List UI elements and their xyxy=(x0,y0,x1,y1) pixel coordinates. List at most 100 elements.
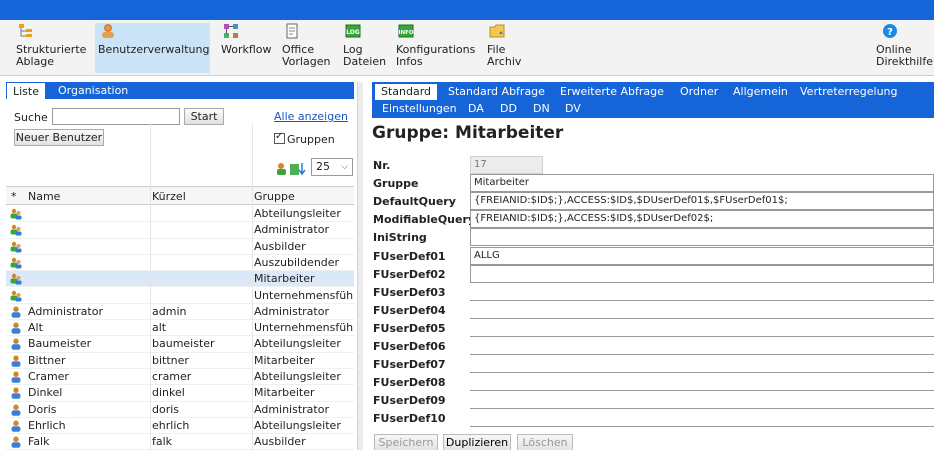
group-icon xyxy=(10,273,22,285)
cell-gruppe: Administrator xyxy=(254,402,329,416)
tab-standard[interactable]: Standard xyxy=(375,84,438,100)
checkbox-checked-icon[interactable] xyxy=(274,131,285,144)
column-header-gruppe[interactable]: Gruppe xyxy=(254,190,295,203)
field-row-fuserdef03: FUserDef03 xyxy=(372,282,934,301)
tab-organisation[interactable]: Organisation xyxy=(52,82,134,99)
left-tab-bar: Liste Organisation xyxy=(6,82,354,99)
field-label: Nr. xyxy=(373,159,391,172)
tab-dv[interactable]: DV xyxy=(565,101,581,117)
user-icon xyxy=(11,306,21,318)
export-icons[interactable] xyxy=(276,161,306,177)
field-input[interactable]: {FREIANID:$ID$;},ACCESS:$ID$,$DUserDef02… xyxy=(470,210,934,229)
toolbar-label: Konfigurations Infos xyxy=(396,43,476,68)
group-row[interactable]: Ausbilder xyxy=(6,239,354,255)
tab-erweiterte-abfrage[interactable]: Erweiterte Abfrage xyxy=(560,84,664,100)
toolbar-office-templates-button[interactable]: Office Vorlagen xyxy=(279,23,333,73)
structure-icon xyxy=(19,24,32,37)
toolbar-user-admin-button[interactable]: Benutzerverwaltung xyxy=(95,23,210,73)
toolbar-file-archive-button[interactable]: File Archiv xyxy=(484,23,524,73)
user-row[interactable]: Cramer cramer Abteilungsleiter xyxy=(6,369,354,386)
user-icon xyxy=(11,371,21,383)
toolbar-workflow-button[interactable]: Workflow xyxy=(218,23,275,73)
user-row[interactable]: Alt alt Unternehmensführ xyxy=(6,320,354,337)
page-size-select[interactable]: 25 ⌵ xyxy=(311,158,353,176)
user-icon xyxy=(11,420,21,432)
group-row[interactable]: Administrator xyxy=(6,222,354,239)
tab-vertreterregelung[interactable]: Vertreterregelung xyxy=(800,84,898,100)
panel-splitter[interactable] xyxy=(357,82,363,450)
field-input[interactable] xyxy=(470,337,934,355)
tab-einstellungen[interactable]: Einstellungen xyxy=(382,101,457,117)
title-bar xyxy=(0,0,934,20)
toolbar-log-files-button[interactable]: LOG Log Dateien xyxy=(340,23,389,73)
field-input[interactable] xyxy=(470,373,934,392)
field-row-nr: Nr. 17 xyxy=(372,156,934,174)
group-row[interactable]: Abteilungsleiter xyxy=(6,206,354,223)
field-input[interactable] xyxy=(470,228,934,247)
user-row[interactable]: Falk falk Ausbilder xyxy=(6,434,354,450)
field-input[interactable]: ALLG xyxy=(470,246,934,265)
field-input[interactable] xyxy=(470,355,934,374)
search-input[interactable] xyxy=(52,108,180,125)
new-user-button[interactable]: Neuer Benutzer xyxy=(14,129,104,146)
cell-kurzel: admin xyxy=(152,304,187,318)
field-input[interactable] xyxy=(470,409,934,428)
column-header-star[interactable]: * xyxy=(11,190,17,203)
save-button[interactable]: Speichern xyxy=(374,434,438,450)
cell-kurzel: falk xyxy=(152,435,173,449)
cell-kurzel: cramer xyxy=(152,370,192,383)
field-input[interactable] xyxy=(470,391,934,410)
tab-ordner[interactable]: Ordner xyxy=(680,84,718,100)
field-row-defaultquery: DefaultQuery {FREIANID:$ID$;},ACCESS:$ID$… xyxy=(372,192,934,211)
main-toolbar: Strukturierte Ablage Benutzerverwaltung … xyxy=(0,20,934,76)
group-icon xyxy=(10,225,22,236)
field-label: Gruppe xyxy=(373,177,419,191)
tab-dn[interactable]: DN xyxy=(533,101,550,117)
group-row[interactable]: Unternehmensführ xyxy=(6,288,354,304)
svg-text:LOG: LOG xyxy=(346,29,360,36)
user-row[interactable]: Baumeister baumeister Abteilungsleiter xyxy=(6,336,354,353)
column-header-name[interactable]: Name xyxy=(28,190,60,203)
field-input[interactable] xyxy=(470,318,934,337)
group-row[interactable]: Mitarbeiter xyxy=(6,271,354,288)
field-input[interactable] xyxy=(470,282,934,301)
cell-kurzel: ehrlich xyxy=(152,418,190,432)
field-input[interactable]: {FREIANID:$ID$;},ACCESS:$ID$,$DUserDef01… xyxy=(470,192,934,211)
column-divider xyxy=(252,123,253,450)
column-header-kurzel[interactable]: Kürzel xyxy=(152,190,186,203)
user-row[interactable]: Dinkel dinkel Mitarbeiter xyxy=(6,385,354,402)
tab-allgemein[interactable]: Allgemein xyxy=(733,84,788,100)
group-detail-panel: Standard Standard Abfrage Erweiterte Abf… xyxy=(372,82,934,450)
start-button[interactable]: Start xyxy=(184,108,224,125)
log-icon: LOG xyxy=(345,24,361,38)
delete-button[interactable]: Löschen xyxy=(517,434,573,450)
tab-liste[interactable]: Liste xyxy=(6,82,46,99)
user-row[interactable]: Doris doris Administrator xyxy=(6,402,354,418)
tab-standard-abfrage[interactable]: Standard Abfrage xyxy=(448,84,545,100)
detail-tab-bar: Standard Standard Abfrage Erweiterte Abf… xyxy=(372,82,934,118)
tab-dd[interactable]: DD xyxy=(500,101,517,117)
toolbar-config-info-button[interactable]: INFO Konfigurations Infos xyxy=(393,23,478,73)
info-icon: INFO xyxy=(398,24,414,38)
group-row[interactable]: Auszubildender xyxy=(6,255,354,272)
user-row[interactable]: Bittner bittner Mitarbeiter xyxy=(6,353,354,369)
field-input[interactable]: Mitarbeiter xyxy=(470,174,934,193)
chevron-down-icon: ⌵ xyxy=(341,162,348,172)
toolbar-online-help-button[interactable]: ? Online Direkthilfe xyxy=(873,23,934,73)
field-label: DefaultQuery xyxy=(373,195,456,209)
duplicate-button[interactable]: Duplizieren xyxy=(443,434,511,450)
user-row[interactable]: Administrator admin Administrator xyxy=(6,304,354,321)
tab-da[interactable]: DA xyxy=(468,101,484,117)
groups-checkbox[interactable]: Gruppen xyxy=(274,131,335,146)
group-icon xyxy=(10,290,22,301)
show-all-link[interactable]: Alle anzeigen xyxy=(274,110,348,123)
toolbar-structured-storage-button[interactable]: Strukturierte Ablage xyxy=(13,23,89,73)
cell-gruppe: Ausbilder xyxy=(254,435,306,449)
table-header: * Name Kürzel Gruppe xyxy=(6,186,354,205)
folder-icon xyxy=(489,24,505,38)
user-row[interactable]: Ehrlich ehrlich Abteilungsleiter xyxy=(6,418,354,435)
field-input[interactable] xyxy=(470,264,934,283)
field-row-fuserdef07: FUserDef07 xyxy=(372,355,934,374)
user-icon xyxy=(11,387,21,400)
field-input[interactable] xyxy=(470,300,934,319)
